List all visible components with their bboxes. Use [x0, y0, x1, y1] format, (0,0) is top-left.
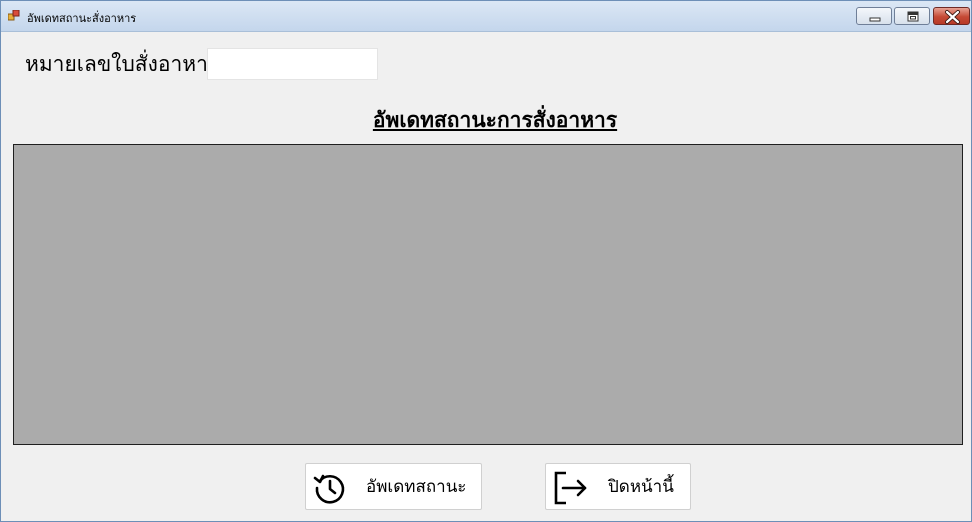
minimize-button[interactable]: [856, 7, 892, 25]
minimize-icon: [869, 17, 881, 22]
restore-icon: [907, 11, 919, 22]
update-status-button[interactable]: อัพเดทสถานะ: [305, 463, 482, 510]
title-bar[interactable]: อัพเดทสถานะสั่งอาหาร: [1, 1, 971, 32]
order-number-label: หมายเลขใบสั่งอาหาร: [25, 52, 220, 76]
close-icon: [945, 10, 960, 24]
exit-arrow-icon: [554, 471, 587, 505]
close-page-label: ปิดหน้านี้: [608, 477, 674, 497]
close-page-button[interactable]: ปิดหน้านี้: [545, 463, 691, 510]
history-clock-icon: [313, 474, 345, 504]
window-title: อัพเดทสถานะสั่งอาหาร: [27, 12, 137, 25]
close-window-button[interactable]: [933, 7, 970, 25]
app-window: อัพเดทสถานะสั่งอาหาร หมายเลขใบสั่งอาหาร …: [0, 0, 972, 522]
maximize-button[interactable]: [894, 7, 930, 25]
update-status-label: อัพเดทสถานะ: [366, 477, 467, 497]
app-icon: [8, 10, 20, 21]
orders-data-grid[interactable]: [13, 144, 963, 445]
page-heading: อัพเดทสถานะการสั่งอาหาร: [372, 108, 618, 132]
order-number-input[interactable]: [207, 48, 378, 80]
